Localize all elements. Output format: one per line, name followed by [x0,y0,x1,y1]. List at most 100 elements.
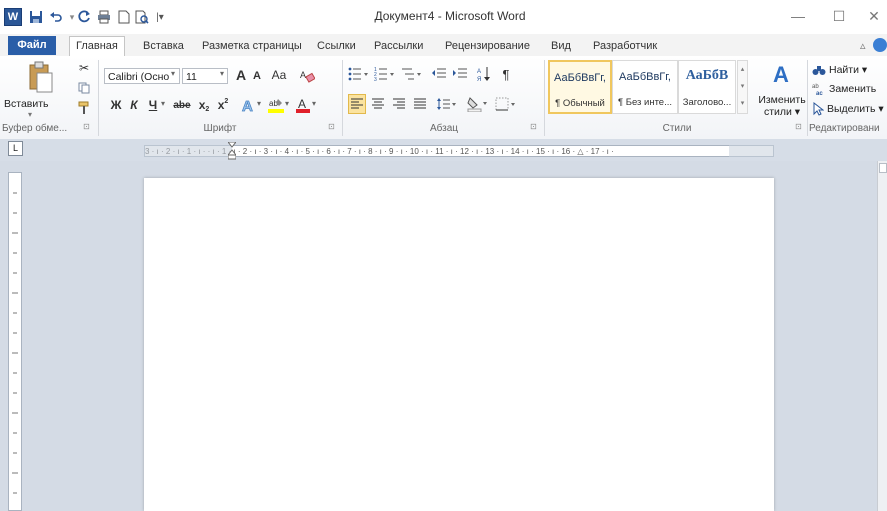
align-left-button[interactable] [348,94,366,114]
paragraph-dialog-launcher-icon[interactable]: ⊡ [530,122,537,131]
bullets-icon[interactable] [347,64,371,84]
vertical-scrollbar[interactable] [877,161,887,511]
ruler-right-margin [729,145,774,157]
paste-dropdown-icon[interactable]: ▾ [28,110,32,119]
redo-icon[interactable] [76,9,92,25]
subscript-button[interactable]: x2 [197,96,211,114]
highlight-dropdown-icon[interactable]: ▾ [285,99,289,108]
highlight-color-icon[interactable]: ab [266,96,286,114]
subscript-label: x [198,98,206,112]
cut-icon[interactable]: ✂ [76,60,92,76]
paragraph-group-label: Абзац [429,123,459,134]
clear-formatting-icon[interactable]: A [298,66,316,84]
superscript-button[interactable]: x2 [216,96,230,114]
replace-icon: abac [812,84,823,96]
tab-selector[interactable]: L [8,141,23,156]
justify-button[interactable] [411,94,429,114]
font-name-dropdown-icon[interactable]: ▾ [171,69,175,78]
horizontal-ruler[interactable]: 3 · ı · 2 · ı · 1 · ı · · ı · 1 · ı · 2 … [144,145,774,157]
font-color-dropdown-icon[interactable]: ▾ [312,99,316,108]
text-effects-dropdown-icon[interactable]: ▾ [257,99,261,108]
style-heading-1[interactable]: АаБбВ Заголово... [678,60,736,114]
copy-icon[interactable] [76,80,92,96]
underline-dropdown-icon[interactable]: ▾ [161,99,165,108]
borders-icon[interactable] [494,94,518,114]
increase-indent-icon[interactable] [451,64,469,84]
minimize-ribbon-icon[interactable]: ▵ [854,37,872,55]
text-effects-icon[interactable]: A [240,96,258,114]
print-preview-icon[interactable] [134,9,150,25]
format-painter-icon[interactable] [76,100,92,116]
show-formatting-marks-icon[interactable]: ¶ [498,64,514,84]
tab-page-layout[interactable]: Разметка страницы [196,37,308,55]
change-styles-line1: Изменить [758,94,806,106]
strikethrough-button[interactable]: abe [171,96,193,114]
styles-scroll[interactable]: ▴ ▾ ▾ [737,60,748,114]
replace-button[interactable]: ab ac Заменить [812,81,876,97]
group-separator [342,60,343,136]
clipboard-dialog-launcher-icon[interactable]: ⊡ [83,122,90,131]
styles-group-label: Стили [662,123,692,134]
select-button[interactable]: Выделить ▾ [812,101,884,117]
change-styles-button[interactable]: Изменить стили ▾ [758,94,806,118]
grow-font-icon[interactable]: A [233,66,249,84]
undo-icon[interactable] [48,9,64,25]
paste-label[interactable]: Вставить [4,98,49,110]
font-dialog-launcher-icon[interactable]: ⊡ [328,122,335,131]
shading-icon[interactable] [466,94,490,114]
superscript-label: x [217,98,225,112]
print-icon[interactable] [96,9,112,25]
shrink-font-icon[interactable]: A [250,68,264,84]
tab-view[interactable]: Вид [545,37,577,55]
tab-insert[interactable]: Вставка [137,37,190,55]
new-document-icon[interactable] [116,9,132,25]
indent-marker-icon[interactable] [226,141,238,160]
maximize-button[interactable]: ☐ [824,6,854,26]
align-center-button[interactable] [369,94,387,114]
styles-dialog-launcher-icon[interactable]: ⊡ [795,122,802,131]
tab-file[interactable]: Файл [8,36,56,55]
minimize-button[interactable]: — [783,6,813,26]
italic-button[interactable]: К [127,96,141,114]
tab-developer[interactable]: Разработчик [587,37,663,55]
line-spacing-icon[interactable] [436,94,458,114]
ruler-left-margin [144,145,232,157]
tab-references[interactable]: Ссылки [311,37,362,55]
customize-icon[interactable]: |▾ [152,9,168,25]
underline-button[interactable]: Ч [146,96,160,114]
style-normal[interactable]: АаБбВвГг, ¶ Обычный [548,60,612,114]
style-no-spacing-name: ¶ Без инте... [617,97,673,108]
scroll-up-icon[interactable] [879,163,887,173]
change-case-icon[interactable]: Aa [268,66,290,84]
ribbon: Вставить ▾ ✂ Буфер обме... ⊡ Calibri (Ос… [0,56,887,140]
document-page[interactable] [144,178,774,511]
svg-text:А: А [477,69,481,75]
tab-review[interactable]: Рецензирование [439,37,536,55]
svg-text:ab: ab [812,84,819,90]
close-button[interactable]: ✕ [862,6,886,26]
bold-button[interactable]: Ж [109,96,123,114]
style-heading-1-name: Заголово... [682,97,732,108]
paste-icon[interactable] [24,60,58,96]
numbering-icon[interactable]: 123 [373,64,397,84]
font-size-dropdown-icon[interactable]: ▾ [220,69,224,78]
window-title: Документ4 - Microsoft Word [374,9,526,23]
vertical-ruler[interactable] [8,172,22,511]
style-no-spacing[interactable]: АаБбВвГг, ¶ Без инте... [612,60,678,114]
help-icon[interactable] [873,38,887,52]
font-color-icon[interactable]: A [295,96,311,114]
tab-home[interactable]: Главная [69,36,125,57]
ribbon-tabs: Файл Главная Вставка Разметка страницы С… [0,34,887,57]
svg-text:3: 3 [374,77,377,81]
find-button[interactable]: Найти ▾ [812,62,867,78]
group-separator [544,60,545,136]
tab-mailings[interactable]: Рассылки [368,37,429,55]
word-app-icon[interactable]: W [4,8,22,26]
align-right-button[interactable] [390,94,408,114]
save-icon[interactable] [28,9,44,25]
change-styles-icon[interactable]: A [768,60,794,90]
multilevel-list-icon[interactable] [400,64,424,84]
sort-icon[interactable]: АЯ [476,64,492,84]
decrease-indent-icon[interactable] [430,64,448,84]
font-name-combo[interactable]: Calibri (Осно [104,68,180,84]
